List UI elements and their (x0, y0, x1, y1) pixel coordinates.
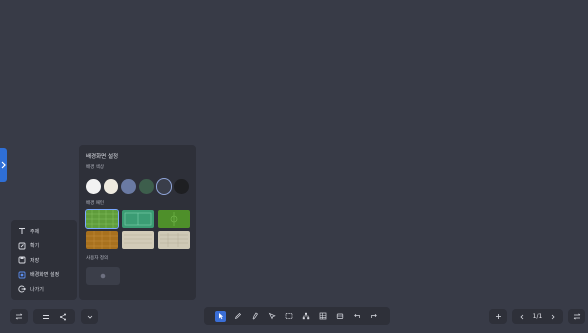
background-settings-panel: 배경화면 설정 배경 색상 배경 패턴 사용자 정의 (79, 145, 196, 300)
menu-item-label: 나가기 (30, 286, 44, 293)
color-swatches (86, 179, 190, 194)
tool-eraser[interactable] (334, 311, 345, 322)
plus-icon (495, 314, 501, 319)
tool-shape[interactable] (283, 311, 294, 322)
hamburger-menu-button[interactable] (40, 311, 51, 322)
menu-item-label: 배경화면 설정 (30, 272, 60, 279)
menu-item-exit[interactable]: 나가기 (11, 282, 77, 297)
drawing-toolbar (204, 307, 390, 325)
menu-toggle-button[interactable] (10, 309, 28, 324)
share-icon (59, 313, 66, 320)
menu-item-label: 저장 (30, 257, 40, 264)
pattern-beige-grid[interactable] (158, 231, 190, 249)
shape-icon (285, 313, 292, 319)
chevron-down-icon (87, 315, 92, 319)
right-panel-toggle[interactable] (568, 309, 585, 324)
add-page-button[interactable] (489, 309, 507, 324)
edit-box-icon (17, 241, 26, 250)
pattern-beige-lines[interactable] (122, 231, 154, 249)
color-swatch-blue[interactable] (121, 179, 137, 194)
pattern-orange-grid[interactable] (86, 231, 118, 249)
panel-title: 배경화면 설정 (86, 154, 119, 160)
menu-item-label: 확기 (30, 243, 40, 250)
add-custom-background-button[interactable] (86, 267, 120, 285)
pattern-green-grid[interactable] (85, 209, 119, 229)
tool-select[interactable] (215, 310, 226, 322)
pattern-green-field[interactable] (158, 210, 190, 228)
next-page-button[interactable] (547, 311, 558, 322)
menu-item-edit[interactable]: 확기 (11, 239, 77, 254)
color-swatch-white[interactable] (86, 179, 101, 194)
tool-diagram[interactable] (300, 311, 311, 322)
tool-table[interactable] (317, 311, 328, 322)
table-icon (319, 312, 326, 320)
highlighter-icon (252, 312, 258, 320)
circle-icon (100, 273, 106, 279)
color-swatch-slate[interactable] (156, 179, 172, 194)
menu-item-background-settings[interactable]: 배경화면 설정 (11, 268, 77, 283)
chevron-right-icon (551, 314, 555, 319)
laser-pointer-icon (268, 312, 276, 320)
pattern-section-label: 배경 패턴 (86, 201, 104, 206)
color-swatch-green[interactable] (139, 179, 154, 194)
tool-undo[interactable] (351, 311, 362, 322)
save-icon (17, 256, 26, 265)
prev-page-button[interactable] (517, 311, 528, 322)
swap-icon (573, 313, 580, 320)
chevron-left-icon (520, 314, 524, 319)
tool-pen[interactable] (232, 311, 243, 322)
exit-icon (17, 285, 26, 294)
tool-highlighter[interactable] (249, 311, 260, 322)
menu-item-save[interactable]: 저장 (11, 253, 77, 268)
chevron-right-icon (1, 161, 6, 169)
redo-icon (370, 313, 377, 318)
custom-section-label: 사용자 정의 (86, 256, 109, 261)
side-panel-toggle[interactable] (0, 148, 7, 182)
color-swatch-cream[interactable] (103, 179, 119, 194)
diagram-icon (302, 312, 309, 320)
text-icon (17, 227, 26, 236)
menu-item-topic[interactable]: 주제 (11, 224, 77, 239)
tool-redo[interactable] (368, 311, 379, 322)
page-indicator: 1/1 (532, 313, 543, 320)
pen-icon (234, 313, 241, 320)
color-swatch-black[interactable] (174, 179, 190, 194)
menu-icon (42, 314, 49, 319)
swap-icon (15, 313, 23, 320)
share-button[interactable] (57, 311, 68, 322)
background-settings-icon (17, 270, 26, 279)
undo-icon (353, 313, 360, 318)
tool-laser[interactable] (266, 311, 277, 322)
eraser-icon (336, 313, 343, 319)
page-navigator: 1/1 (512, 309, 563, 324)
menu-item-label: 주제 (30, 228, 40, 235)
color-section-label: 배경 색상 (86, 165, 104, 170)
pattern-grid (85, 209, 190, 249)
select-icon (218, 313, 223, 320)
main-menu: 주제 확기 저장 배경화면 설정 나가기 (11, 220, 77, 300)
menu-share-group (33, 309, 75, 324)
collapse-button[interactable] (81, 309, 98, 324)
pattern-teal-field[interactable] (122, 210, 154, 228)
